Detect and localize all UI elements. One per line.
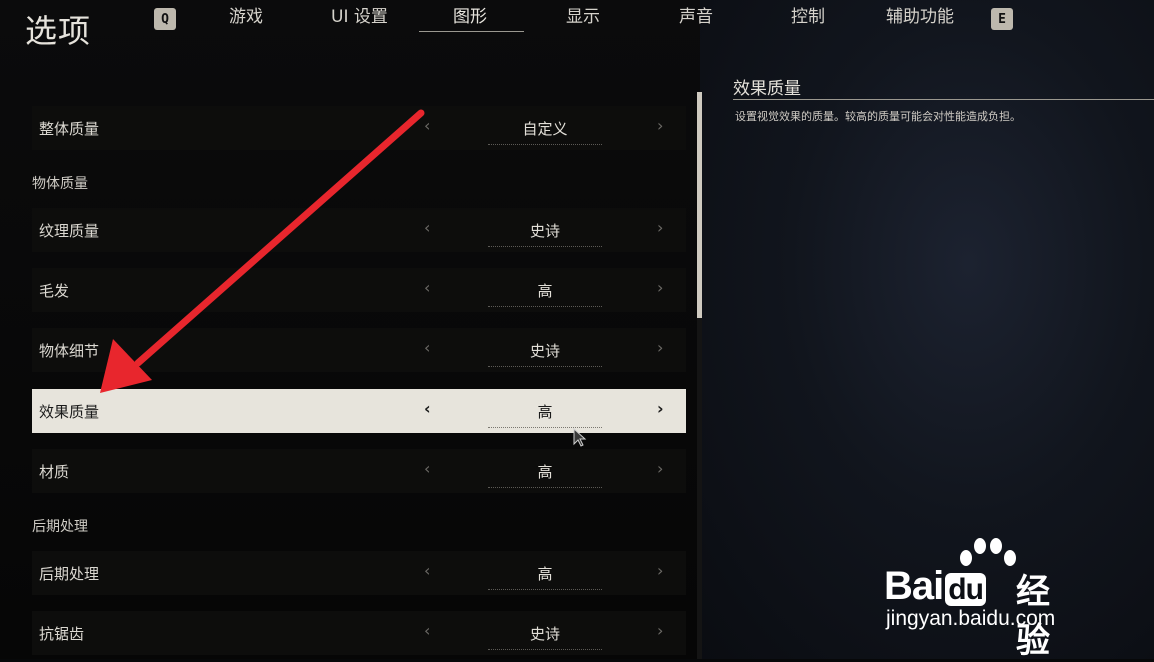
setting-label: 效果质量 [39,403,100,421]
section-heading-post-processing: 后期处理 [32,519,88,535]
chevron-left-icon[interactable]: ‹ [424,459,430,478]
chevron-left-icon[interactable]: ‹ [424,621,430,640]
scrollbar-thumb[interactable] [697,92,702,318]
description-text: 设置视觉效果的质量。较高的质量可能会对性能造成负担。 [735,110,1021,123]
description-title: 效果质量 [733,79,801,99]
next-tab-key-e[interactable]: E [991,8,1013,30]
tab-ui-settings[interactable]: UI 设置 [331,2,388,27]
active-tab-indicator [419,31,524,32]
tab-display[interactable]: 显示 [566,2,600,27]
setting-row-anti-aliasing[interactable]: 抗锯齿 ‹ 史诗 › [32,611,686,655]
setting-row-texture-quality[interactable]: 纹理质量 ‹ 史诗 › [32,208,686,252]
chevron-left-icon[interactable]: ‹ [424,278,430,297]
tab-controls[interactable]: 控制 [791,2,825,27]
prev-tab-key-q[interactable]: Q [154,8,176,30]
chevron-right-icon[interactable]: › [657,621,663,640]
setting-label: 抗锯齿 [39,625,85,643]
setting-row-material[interactable]: 材质 ‹ 高 › [32,449,686,493]
chevron-left-icon[interactable]: ‹ [424,338,430,357]
level-indicator [488,487,602,490]
setting-value: 高 [537,282,553,300]
tab-accessibility[interactable]: 辅助功能 [886,2,954,27]
chevron-right-icon[interactable]: › [657,459,663,478]
setting-row-post-processing[interactable]: 后期处理 ‹ 高 › [32,551,686,595]
chevron-left-icon[interactable]: ‹ [424,116,430,135]
watermark-brand: Bai du [884,564,986,609]
level-indicator [488,366,602,369]
setting-label: 整体质量 [39,120,100,138]
page-title: 选项 [25,12,92,50]
section-heading-object-quality: 物体质量 [32,176,88,192]
setting-value: 自定义 [522,120,568,138]
tab-game[interactable]: 游戏 [229,2,263,27]
setting-value: 高 [537,403,553,421]
chevron-right-icon[interactable]: › [657,561,663,580]
setting-row-effects-quality[interactable]: 效果质量 ‹ 高 › [32,389,686,433]
setting-value: 史诗 [529,222,560,240]
chevron-right-icon[interactable]: › [657,278,663,297]
mouse-cursor-icon [573,428,587,447]
chevron-left-icon[interactable]: ‹ [424,218,430,237]
tab-graphics[interactable]: 图形 [453,2,487,27]
setting-row-object-detail[interactable]: 物体细节 ‹ 史诗 › [32,328,686,372]
level-indicator [488,589,602,592]
level-indicator [488,246,602,249]
setting-row-hair[interactable]: 毛发 ‹ 高 › [32,268,686,312]
chevron-right-icon[interactable]: › [657,218,663,237]
setting-label: 物体细节 [39,342,100,360]
level-indicator [488,144,602,147]
setting-label: 纹理质量 [39,222,100,240]
setting-value: 高 [537,463,553,481]
level-indicator [488,306,602,309]
chevron-right-icon[interactable]: › [657,399,664,418]
tab-sound[interactable]: 声音 [679,2,713,27]
chevron-right-icon[interactable]: › [657,116,663,135]
setting-row-overall-quality[interactable]: 整体质量 ‹ 自定义 › [32,106,686,150]
chevron-right-icon[interactable]: › [657,338,663,357]
watermark-url: jingyan.baidu.com [886,607,1056,630]
setting-label: 材质 [39,463,70,481]
setting-label: 后期处理 [39,565,100,583]
chevron-left-icon[interactable]: ‹ [424,561,430,580]
setting-value: 史诗 [529,342,560,360]
setting-label: 毛发 [39,282,70,300]
description-divider [733,99,1154,100]
setting-value: 高 [537,565,553,583]
setting-value: 史诗 [529,625,560,643]
chevron-left-icon[interactable]: ‹ [424,399,431,418]
level-indicator [488,649,602,652]
